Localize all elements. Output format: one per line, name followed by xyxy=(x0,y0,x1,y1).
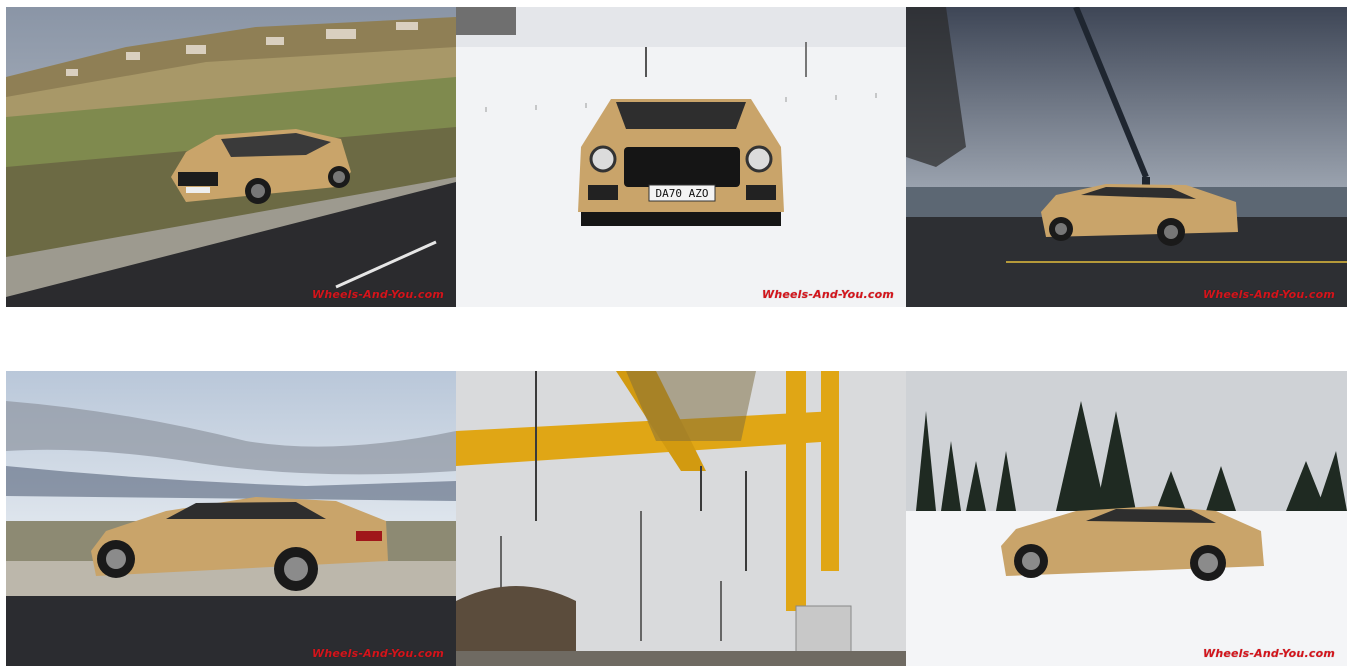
gallery-photo-6[interactable]: Wheels-And-You.com xyxy=(906,371,1347,666)
photo-gallery: Wheels-And-You.com DA70 AZO Wheels-And-Y… xyxy=(0,0,1347,666)
watermark-text: Wheels-And-You.com xyxy=(762,288,894,301)
gallery-photo-4[interactable]: Wheels-And-You.com xyxy=(6,371,456,666)
watermark-text: Wheels-And-You.com xyxy=(1203,647,1335,660)
photo-gantry-crane xyxy=(456,371,906,666)
photo-lake-crane xyxy=(906,7,1347,307)
gallery-photo-1[interactable]: Wheels-And-You.com xyxy=(6,7,456,307)
gallery-photo-5[interactable] xyxy=(456,371,906,666)
photo-snow-forest xyxy=(906,371,1347,666)
watermark-text: Wheels-And-You.com xyxy=(312,288,444,301)
photo-snow-front: DA70 AZO xyxy=(456,7,906,307)
photo-vineyard-side xyxy=(6,371,456,666)
gallery-photo-3[interactable]: Wheels-And-You.com xyxy=(906,7,1347,307)
photo-vineyard-road xyxy=(6,7,456,307)
license-plate-text: DA70 AZO xyxy=(656,187,709,200)
watermark-text: Wheels-And-You.com xyxy=(1203,288,1335,301)
gallery-photo-2[interactable]: DA70 AZO Wheels-And-You.com xyxy=(456,7,906,307)
watermark-text: Wheels-And-You.com xyxy=(312,647,444,660)
